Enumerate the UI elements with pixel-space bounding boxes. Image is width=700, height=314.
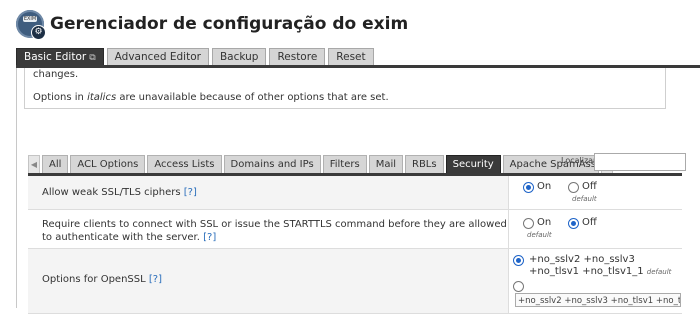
default-marker: default bbox=[572, 195, 597, 203]
radio-off[interactable] bbox=[568, 218, 579, 229]
notice-line-2: Options in italics are unavailable becau… bbox=[33, 92, 389, 103]
tab-label: Restore bbox=[277, 51, 318, 63]
radio-on[interactable] bbox=[523, 218, 534, 229]
help-link[interactable]: [?] bbox=[149, 274, 162, 285]
radio-on[interactable] bbox=[523, 182, 534, 193]
tab-access-lists[interactable]: Access Lists bbox=[147, 155, 222, 174]
default-marker: default bbox=[646, 268, 672, 276]
tab-acl-options[interactable]: ACL Options bbox=[70, 155, 146, 174]
tab-filters[interactable]: Filters bbox=[322, 155, 367, 174]
setting-label-text: Options for OpenSSL bbox=[42, 274, 146, 285]
tab-label: Backup bbox=[219, 51, 259, 63]
setting-options: On Off default bbox=[508, 176, 683, 209]
tab-backup[interactable]: Backup bbox=[211, 48, 267, 66]
page-title: Gerenciador de configuração do exim bbox=[50, 14, 409, 34]
radio-off[interactable] bbox=[568, 182, 579, 193]
help-link[interactable]: [?] bbox=[203, 232, 216, 243]
tab-label: Advanced Editor bbox=[114, 51, 201, 63]
notice-text: are unavailable because of other options… bbox=[116, 92, 389, 103]
setting-row: Options for OpenSSL [?] +no_sslv2 +no_ss… bbox=[28, 249, 683, 314]
page-header: EXIM ⚙ Gerenciador de configuração do ex… bbox=[16, 6, 408, 42]
radio-off-label: Off bbox=[582, 181, 597, 192]
find-input[interactable] bbox=[594, 153, 686, 171]
tab-all[interactable]: All bbox=[42, 155, 69, 174]
editor-tabs: Basic Editor ⧉ Advanced Editor Backup Res… bbox=[16, 48, 374, 66]
setting-label-text: Allow weak SSL/TLS ciphers bbox=[42, 187, 181, 198]
setting-options: +no_sslv2 +no_sslv3 +no_tlsv1 +no_tlsv1_… bbox=[508, 249, 683, 313]
setting-label: Require clients to connect with SSL or i… bbox=[42, 218, 512, 244]
default-marker: default bbox=[527, 231, 552, 239]
tab-mail[interactable]: Mail bbox=[368, 155, 403, 174]
tab-label: Basic Editor bbox=[24, 51, 87, 63]
notice-italic-word: italics bbox=[87, 92, 117, 103]
tab-basic-editor[interactable]: Basic Editor ⧉ bbox=[16, 48, 104, 66]
gear-icon: ⚙ bbox=[31, 25, 46, 40]
tab-security[interactable]: Security bbox=[445, 155, 501, 174]
radio-default-option[interactable] bbox=[513, 255, 524, 266]
setting-row: Require clients to connect with SSL or i… bbox=[28, 210, 683, 249]
tab-restore[interactable]: Restore bbox=[269, 48, 326, 66]
scroll-left-icon[interactable]: ◀ bbox=[28, 155, 40, 174]
setting-label: Options for OpenSSL [?] bbox=[42, 273, 162, 286]
help-link[interactable]: [?] bbox=[184, 187, 197, 198]
panel-border bbox=[16, 68, 17, 308]
openssl-options-input[interactable]: +no_sslv2 +no_sslv3 +no_tlsv1 +no_tlsv1_… bbox=[515, 293, 681, 307]
setting-label-text: Require clients to connect with SSL or i… bbox=[42, 219, 507, 243]
exim-logo-text: EXIM bbox=[23, 16, 37, 22]
notice-text: Options in bbox=[33, 92, 88, 103]
radio-off-label: Off bbox=[582, 217, 597, 228]
tab-advanced-editor[interactable]: Advanced Editor bbox=[106, 48, 209, 66]
setting-label: Allow weak SSL/TLS ciphers [?] bbox=[42, 186, 197, 199]
openssl-default-text: +no_sslv2 +no_sslv3 +no_tlsv1 +no_tlsv1_… bbox=[529, 254, 679, 278]
settings-table: Allow weak SSL/TLS ciphers [?] On Off de… bbox=[28, 173, 683, 314]
external-link-icon: ⧉ bbox=[89, 53, 96, 63]
exim-logo: EXIM ⚙ bbox=[16, 10, 46, 40]
tab-rbls[interactable]: RBLs bbox=[405, 155, 444, 174]
radio-on-label: On bbox=[537, 217, 552, 228]
notice-line-1: changes. bbox=[33, 69, 79, 80]
setting-row: Allow weak SSL/TLS ciphers [?] On Off de… bbox=[28, 176, 683, 210]
tab-domains-and-ips[interactable]: Domains and IPs bbox=[223, 155, 321, 174]
radio-on-label: On bbox=[537, 181, 552, 192]
tab-label: Reset bbox=[336, 51, 366, 63]
radio-custom-option[interactable] bbox=[513, 281, 524, 292]
openssl-default-value: +no_sslv2 +no_sslv3 +no_tlsv1 +no_tlsv1_… bbox=[529, 254, 644, 277]
find-label: Localizar bbox=[561, 156, 597, 165]
category-tabs: ◀ All ACL Options Access Lists Domains a… bbox=[28, 155, 613, 174]
setting-options: On Off default bbox=[508, 210, 683, 248]
tab-reset[interactable]: Reset bbox=[328, 48, 374, 66]
notice-box: changes. Options in italics are unavaila… bbox=[24, 68, 666, 109]
